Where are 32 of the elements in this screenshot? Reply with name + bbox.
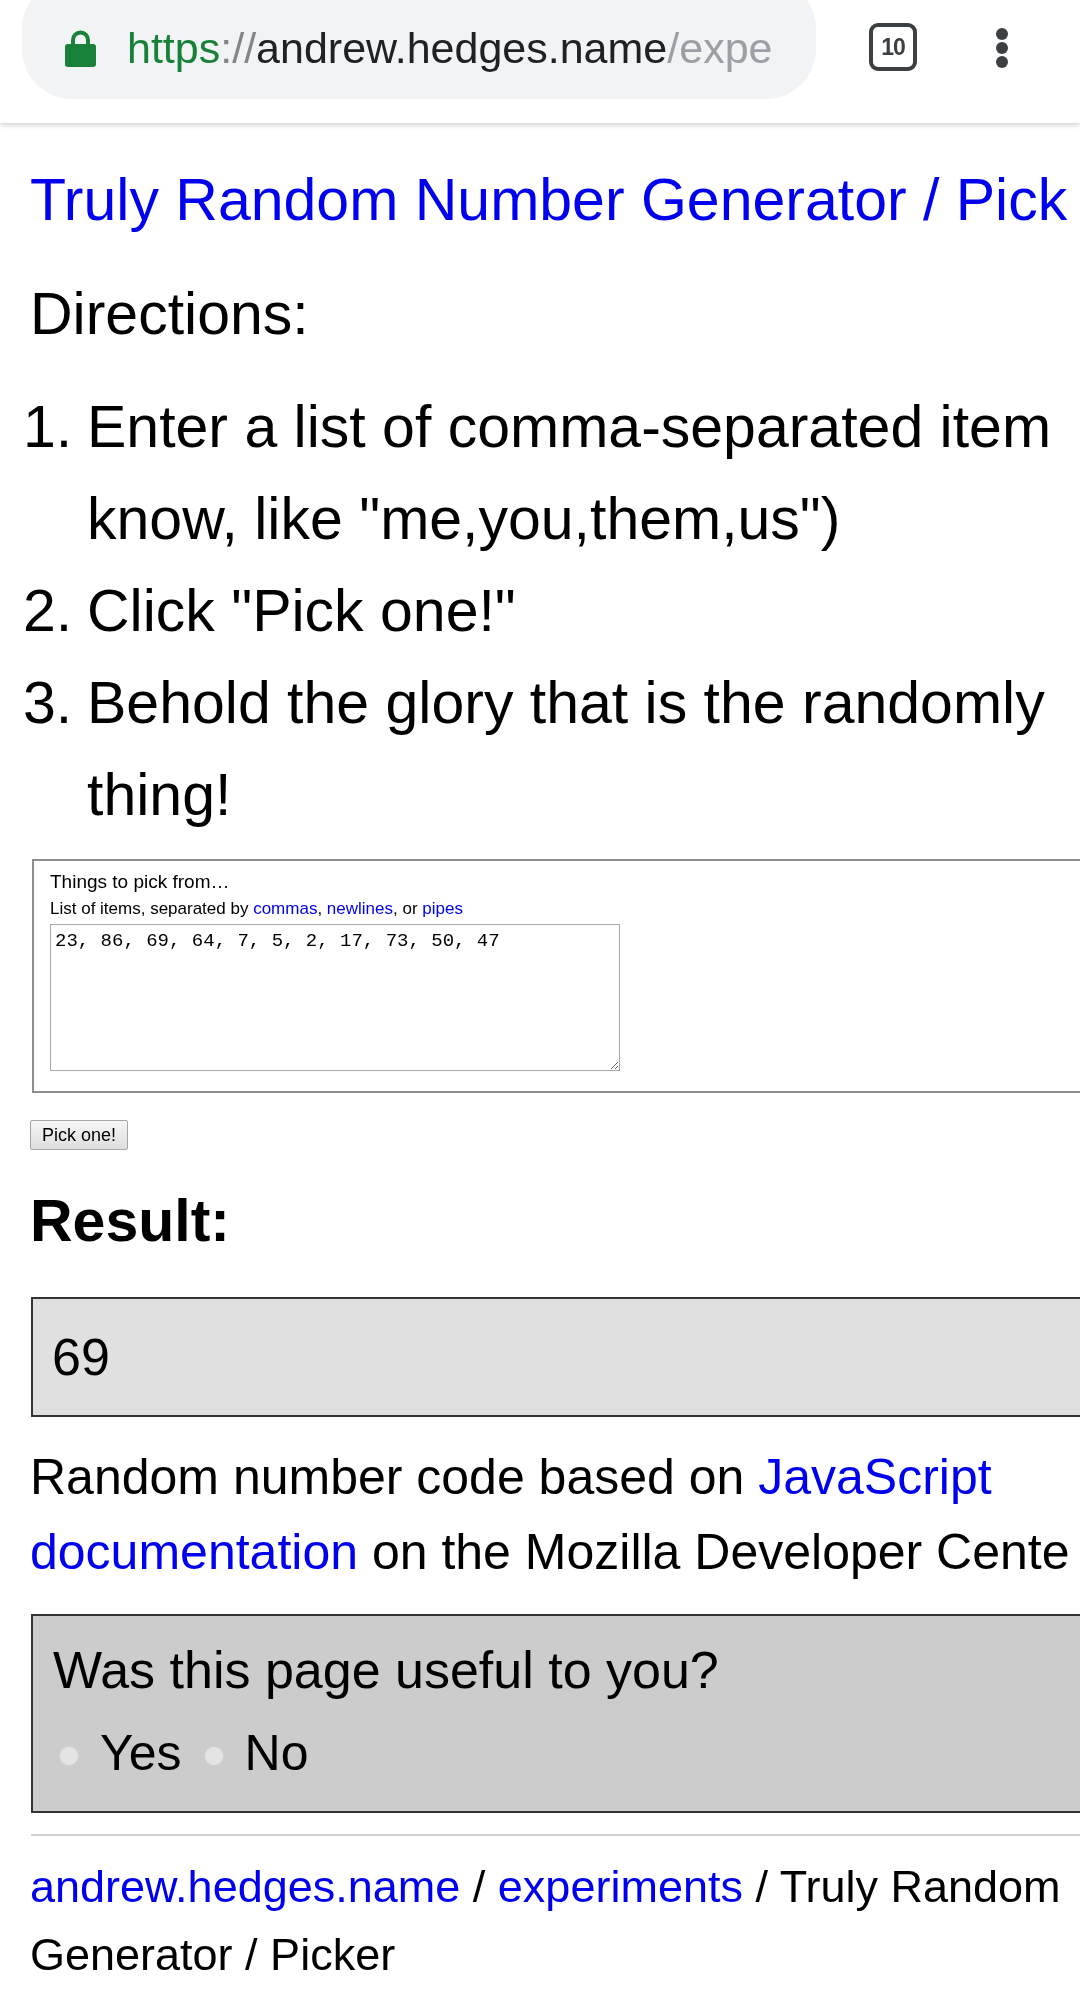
step-number: 1. bbox=[23, 393, 74, 462]
directions-heading: Directions: bbox=[30, 280, 310, 349]
url-field[interactable]: https://andrew.hedges.name/expe bbox=[22, 0, 816, 99]
breadcrumb-link[interactable]: experiments bbox=[497, 1861, 743, 1912]
tab-switcher-button[interactable]: 10 bbox=[869, 23, 917, 71]
radio-label[interactable]: No bbox=[244, 1720, 309, 1786]
hint-link[interactable]: newlines bbox=[326, 899, 393, 918]
items-textarea[interactable]: 23, 86, 69, 64, 7, 5, 2, 17, 73, 50, 47 bbox=[50, 924, 620, 1071]
step-text: Click "Pick one!" bbox=[87, 577, 516, 646]
step-number: 3. bbox=[23, 669, 74, 738]
documentation-link[interactable]: JavaScript bbox=[758, 1449, 992, 1505]
radio-button[interactable] bbox=[203, 1746, 224, 1766]
documentation-link[interactable]: documentation bbox=[30, 1524, 358, 1580]
hint-link[interactable]: commas bbox=[253, 899, 318, 918]
page-title-link[interactable]: Truly Random Number Generator / Pick bbox=[30, 165, 1080, 235]
feedback-question: Was this page useful to you? bbox=[53, 1640, 720, 1701]
hint-text: List of items, separated by commas, newlines, or pipes bbox=[50, 898, 464, 920]
menu-icon[interactable] bbox=[995, 28, 1009, 68]
result-value: 69 bbox=[52, 1327, 110, 1387]
breadcrumb-link[interactable]: andrew.hedges.name bbox=[30, 1861, 461, 1912]
hint-link[interactable]: pipes bbox=[422, 899, 463, 918]
credit-text: Random number code based on JavaScript documentation on the Mozilla Developer Cente bbox=[30, 1448, 1071, 1582]
step-text: Behold the glory that is the randomly thing! bbox=[87, 669, 1045, 830]
radio-label[interactable]: Yes bbox=[100, 1720, 182, 1786]
radio-button[interactable] bbox=[59, 1746, 79, 1766]
step-number: 2. bbox=[23, 577, 74, 646]
step-text: Enter a list of comma-separated item know, like "me,you,them,us") bbox=[87, 393, 1052, 554]
panel-legend: Things to pick from… bbox=[50, 870, 1080, 894]
pick-button[interactable]: Pick one! bbox=[30, 1120, 128, 1150]
result-heading: Result: bbox=[30, 1187, 231, 1256]
url-text: https://andrew.hedges.name/expe bbox=[127, 23, 773, 74]
breadcrumb-text: andrew.hedges.name / experiments / Truly Random Generator / Picker bbox=[30, 1860, 1062, 1982]
